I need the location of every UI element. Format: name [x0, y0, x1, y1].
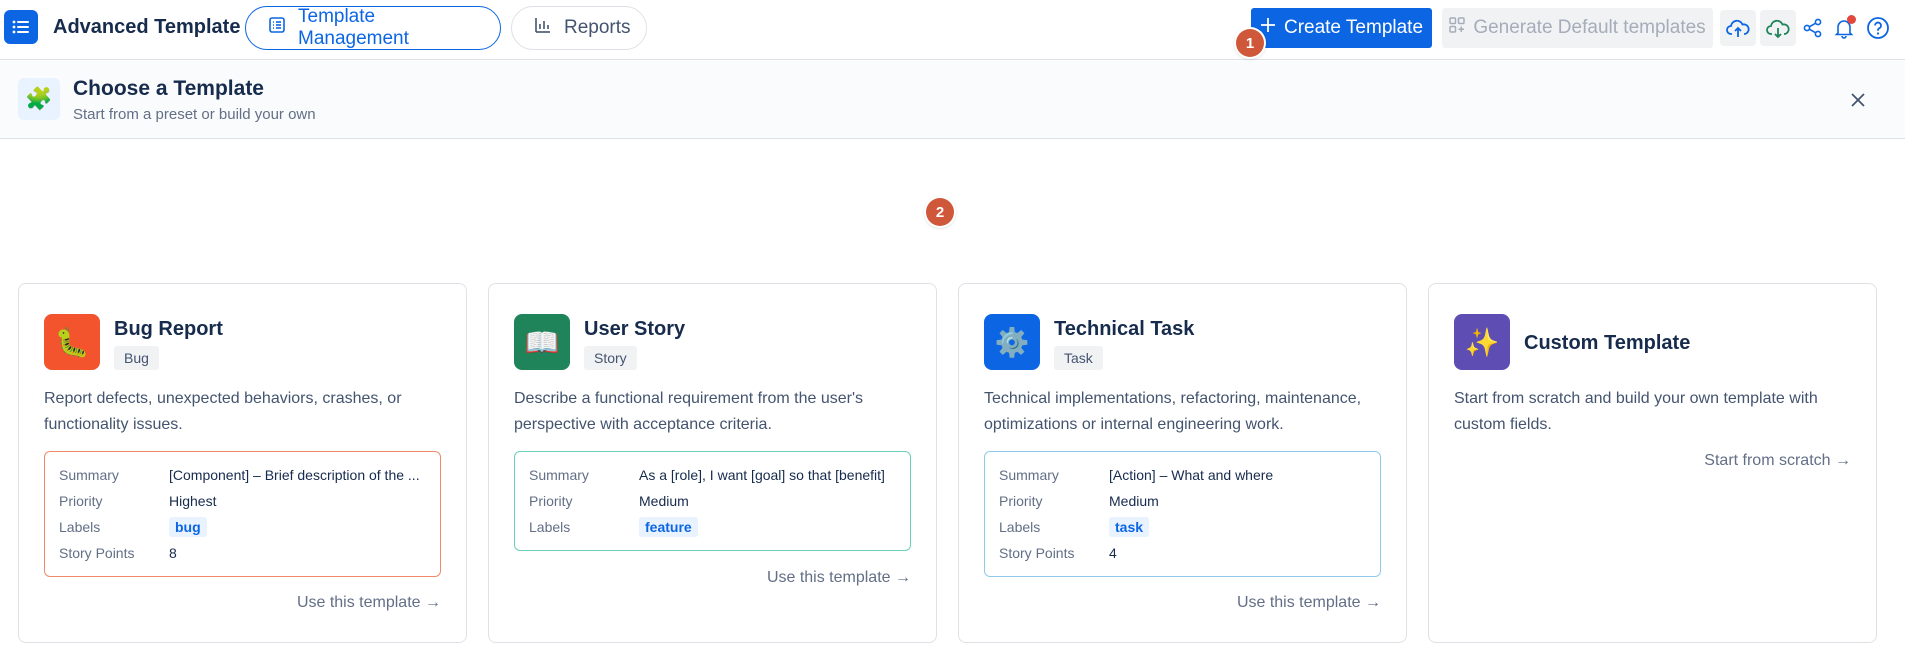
field-label: Priority	[529, 493, 573, 509]
field-value: 4	[1109, 545, 1117, 561]
field-row-labels: Labels bug	[59, 514, 426, 540]
book-icon: 📖	[514, 314, 570, 370]
field-label: Summary	[59, 467, 119, 483]
bell-icon[interactable]	[1826, 10, 1862, 46]
field-value: Medium	[1109, 493, 1159, 509]
card-title: Technical Task	[1054, 318, 1195, 340]
template-card-user-story[interactable]: 📖 User Story Story Describe a functional…	[488, 283, 937, 643]
label-chip: bug	[169, 517, 207, 537]
use-template-link[interactable]: Use this template →	[297, 594, 441, 612]
field-label: Priority	[999, 493, 1043, 509]
create-template-button[interactable]: Create Template	[1251, 8, 1432, 48]
template-fields-preview: Summary [Action] – What and where Priori…	[984, 451, 1381, 577]
card-title: Custom Template	[1524, 332, 1691, 354]
field-label: Story Points	[59, 545, 135, 561]
app-title: Advanced Template	[53, 16, 241, 38]
chooser-subtitle: Start from a preset or build your own	[73, 106, 316, 123]
field-label: Labels	[529, 519, 571, 535]
gear-icon: ⚙️	[984, 314, 1040, 370]
template-card-bug-report[interactable]: 🐛 Bug Report Bug Report defects, unexpec…	[18, 283, 467, 643]
tab-reports[interactable]: Reports	[511, 6, 647, 50]
generate-default-templates-button[interactable]: Generate Default templates	[1442, 8, 1713, 48]
card-title: Bug Report	[114, 318, 223, 340]
field-row-labels: Labels feature	[529, 514, 896, 540]
field-label: Story Points	[999, 545, 1075, 561]
notification-dot	[1847, 15, 1856, 24]
use-template-link[interactable]: Use this template →	[1237, 594, 1381, 612]
label-chip: task	[1109, 517, 1150, 537]
close-icon[interactable]	[1846, 88, 1870, 112]
template-fields-preview: Summary [Component] – Brief description …	[44, 451, 441, 577]
template-fields-preview: Summary As a [role], I want [goal] so th…	[514, 451, 911, 551]
type-tag: Bug	[114, 346, 159, 370]
field-value: Highest	[169, 493, 217, 509]
field-value: 8	[169, 545, 177, 561]
card-description: Technical implementations, refactoring, …	[984, 390, 1362, 433]
list-icon	[268, 16, 286, 40]
create-template-label: Create Template	[1283, 17, 1424, 38]
field-row-summary: Summary [Component] – Brief description …	[59, 462, 426, 488]
app-menu-icon[interactable]	[4, 10, 38, 44]
generate-default-label: Generate Default templates	[1473, 17, 1706, 38]
field-row-summary: Summary As a [role], I want [goal] so th…	[529, 462, 896, 488]
card-description: Describe a functional requirement from t…	[514, 390, 863, 433]
field-value: As a [role], I want [goal] so that [bene…	[639, 467, 885, 483]
use-template-link[interactable]: Use this template →	[767, 569, 911, 587]
puzzle-icon: 🧩	[18, 78, 60, 120]
label-chip: feature	[639, 517, 698, 537]
upload-cloud-icon[interactable]	[1720, 10, 1756, 46]
help-icon[interactable]	[1860, 10, 1896, 46]
field-row-priority: Priority Medium	[999, 488, 1366, 514]
field-label: Summary	[999, 467, 1059, 483]
field-label: Labels	[999, 519, 1041, 535]
step-badge-2: 2	[926, 198, 954, 226]
tab-template-management[interactable]: Template Management	[245, 6, 501, 50]
field-value: [Component] – Brief description of the .…	[169, 467, 420, 483]
bar-chart-icon	[534, 16, 552, 40]
field-row-priority: Priority Highest	[59, 488, 426, 514]
field-label: Labels	[59, 519, 101, 535]
top-bar: Advanced Template Template Management Re…	[0, 0, 1905, 60]
field-row-story-points: Story Points 8	[59, 540, 426, 566]
step-badge-1: 1	[1236, 29, 1264, 57]
type-tag: Task	[1054, 346, 1103, 370]
chooser-title: Choose a Template	[73, 77, 264, 100]
caterpillar-icon: 🐛	[44, 314, 100, 370]
field-row-labels: Labels task	[999, 514, 1366, 540]
field-row-story-points: Story Points 4	[999, 540, 1366, 566]
chooser-header: 🧩 Choose a Template Start from a preset …	[0, 61, 1905, 139]
start-from-scratch-link[interactable]: Start from scratch →	[1704, 452, 1851, 470]
sparkles-icon: ✨	[1454, 314, 1510, 370]
template-card-technical-task[interactable]: ⚙️ Technical Task Task Technical impleme…	[958, 283, 1407, 643]
type-tag: Story	[584, 346, 637, 370]
tab-label: Reports	[564, 17, 631, 38]
card-description: Start from scratch and build your own te…	[1454, 390, 1818, 433]
download-cloud-icon[interactable]	[1760, 10, 1796, 46]
template-card-custom[interactable]: ✨ Custom Template Start from scratch and…	[1428, 283, 1877, 643]
grid-icon	[1449, 17, 1466, 39]
field-label: Priority	[59, 493, 103, 509]
card-description: Report defects, unexpected behaviors, cr…	[44, 390, 402, 433]
card-title: User Story	[584, 318, 686, 340]
tab-label: Template Management	[298, 6, 409, 49]
field-row-priority: Priority Medium	[529, 488, 896, 514]
field-row-summary: Summary [Action] – What and where	[999, 462, 1366, 488]
field-label: Summary	[529, 467, 589, 483]
field-value: [Action] – What and where	[1109, 467, 1274, 483]
field-value: Medium	[639, 493, 689, 509]
